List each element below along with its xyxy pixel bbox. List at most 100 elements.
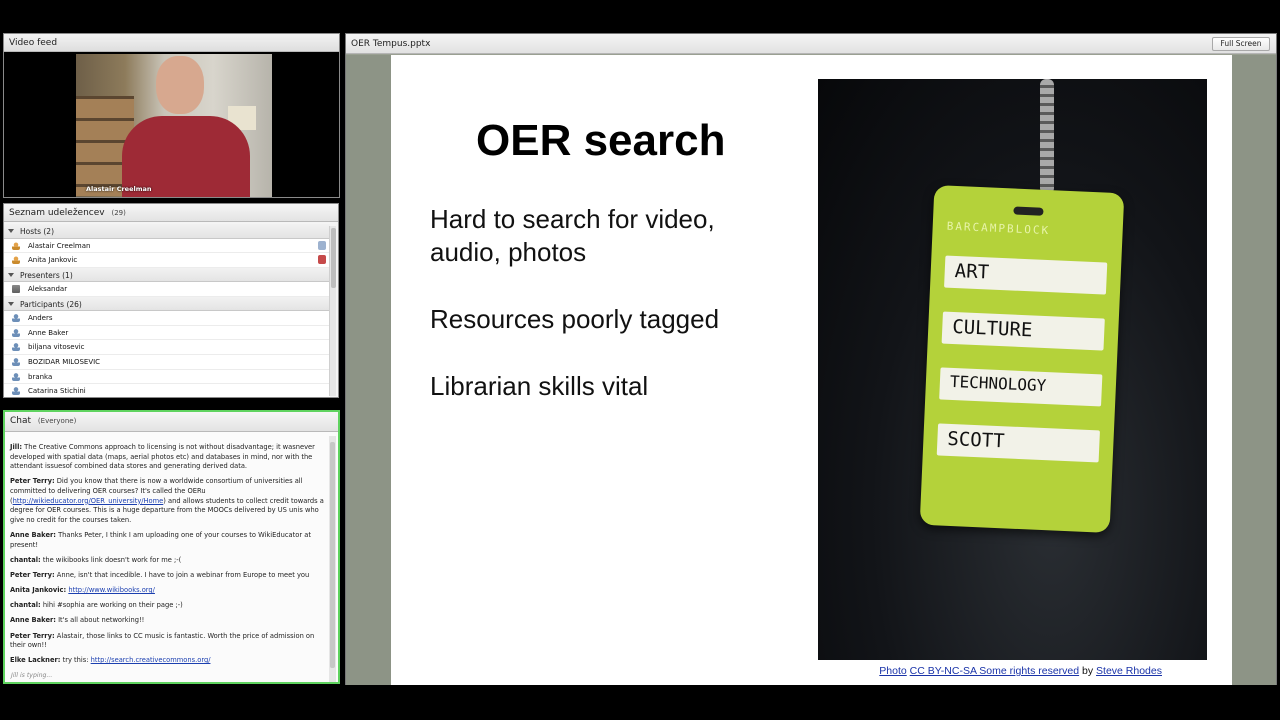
attendee-name: Anita Jankovic (28, 256, 78, 265)
chat-link[interactable]: http://search.creativecommons.org/ (91, 656, 211, 664)
full-screen-button[interactable]: Full Screen (1212, 37, 1270, 51)
app-window: Video feed Alastair Creelman Seznam udel… (0, 0, 1280, 720)
participant-icon (12, 343, 20, 352)
chat-text: Alastair, those links to CC music is fan… (10, 631, 315, 650)
chat-link[interactable]: http://wikieducator.org/OER_university/H… (13, 497, 164, 505)
chat-sender: Peter Terry: (10, 570, 55, 579)
microphone-icon[interactable] (318, 240, 326, 250)
chat-text: hihi #sophia are working on their page ;… (40, 601, 183, 610)
slide-bullet: Librarian skills vital (430, 371, 649, 401)
chat-sender: chantal: (10, 555, 41, 564)
chat-sender: Anne Baker: (10, 616, 56, 625)
chat-message: chantal: hihi #sophia are working on the… (10, 601, 325, 611)
video-pod-title[interactable]: Video feed (4, 34, 339, 52)
photo-credit: Photo CC BY-NC-SA Some rights reserved b… (879, 665, 1162, 677)
host-icon (12, 256, 20, 265)
chat-message: Anita Jankovic: http://www.wikibooks.org… (10, 586, 325, 596)
chat-link[interactable]: http://www.wikibooks.org/ (68, 586, 155, 594)
attendee-pod-title[interactable]: Seznam udeležencev (29) (4, 204, 338, 222)
attendee-row[interactable]: Anne Baker (4, 326, 330, 341)
attendee-name: Anne Baker (28, 328, 69, 337)
badge-line: SCOTT (936, 423, 1100, 463)
attendee-row[interactable]: Alastair Creelman (4, 239, 330, 254)
attendee-scrollbar[interactable] (329, 226, 336, 396)
participant-icon (12, 372, 20, 381)
speaker-head (156, 56, 204, 114)
chat-sender: Peter Terry: (10, 477, 55, 486)
chat-text: The Creative Commons approach to licensi… (10, 443, 315, 471)
microphone-muted-icon[interactable] (318, 255, 326, 265)
chat-sender: Elke Lackner: (10, 656, 61, 665)
participant-icon (12, 314, 20, 323)
attendee-row[interactable]: branka (4, 370, 330, 385)
badge-line: CULTURE (941, 311, 1105, 351)
chat-text: It's all about networking!! (55, 616, 145, 625)
chat-pod: Chat (Everyone) Jill: The Creative Commo… (3, 410, 340, 684)
credit-by: by (1079, 665, 1097, 677)
photo-link[interactable]: Photo (879, 665, 906, 677)
attendee-title-text: Seznam udeležencev (9, 208, 105, 218)
chat-sender: Peter Terry: (10, 631, 55, 640)
chat-message: Anne Baker: Thanks Peter, I think I am u… (10, 531, 325, 550)
chat-message: Jill: The Creative Commons approach to l… (10, 443, 325, 472)
badge-brand: BARCAMPBLOCK (946, 219, 1051, 238)
license-link[interactable]: CC BY-NC-SA Some rights reserved (910, 665, 1079, 677)
typing-indicator: Jill is typing... (11, 672, 53, 679)
chat-message: Anne Baker: It's all about networking!! (10, 616, 325, 626)
video-pod: Video feed Alastair Creelman (3, 33, 340, 198)
attendee-name: biljana vitosevic (28, 343, 85, 352)
chat-sender: Anita Jankovic: (10, 586, 67, 595)
group-presenters[interactable]: Presenters (1) (4, 267, 330, 283)
attendee-row[interactable]: Anita Jankovic (4, 253, 330, 268)
slide-bullet: Resources poorly tagged (430, 304, 720, 334)
share-pod-title: OER Tempus.pptx Full Screen (346, 34, 1276, 54)
group-participants[interactable]: Participants (26) (4, 296, 330, 312)
chat-text: Anne, isn't that incedible. I have to jo… (54, 570, 310, 579)
scrollbar-thumb[interactable] (330, 442, 335, 668)
attendee-row[interactable]: Catarina Stichini (4, 384, 330, 397)
chat-message: Peter Terry: Anne, isn't that incedible.… (10, 571, 325, 581)
lanyard-clip (1040, 79, 1054, 194)
chat-scope[interactable]: (Everyone) (38, 417, 76, 425)
share-pod: OER Tempus.pptx Full Screen OER search H… (345, 33, 1277, 685)
slide-bullet: Hard to search for video, (430, 204, 715, 234)
chat-message: chantal: the wikibooks link doesn't work… (10, 556, 325, 566)
badge-slot (1013, 206, 1044, 216)
chat-message: Elke Lackner: try this: http://search.cr… (10, 656, 325, 666)
chat-pod-title[interactable]: Chat (Everyone) (5, 412, 338, 432)
attendee-list: Hosts (2) Alastair Creelman Anita Jankov… (4, 224, 330, 397)
attendee-row[interactable]: biljana vitosevic (4, 340, 330, 356)
attendee-name: Aleksandar (28, 285, 68, 294)
participant-icon (12, 387, 20, 396)
slide-title: OER search (476, 116, 726, 165)
chat-sender: Jill: (10, 443, 23, 451)
badge-line: TECHNOLOGY (939, 367, 1103, 407)
name-badge: BARCAMPBLOCK ART CULTURE TECHNOLOGY SCOT… (919, 185, 1125, 533)
attendee-name: BOZIDAR MILOSEVIC (28, 358, 101, 367)
chat-scrollbar[interactable] (329, 436, 336, 682)
author-link[interactable]: Steve Rhodes (1096, 665, 1162, 677)
attendee-name: Anders (28, 314, 53, 323)
collapse-triangle-icon[interactable] (8, 272, 14, 277)
host-icon (12, 241, 20, 250)
chat-sender: chantal: (10, 601, 41, 610)
attendee-row[interactable]: Aleksandar (4, 282, 330, 297)
webcam-video[interactable]: Alastair Creelman (76, 54, 272, 197)
attendee-row[interactable]: Anders (4, 311, 330, 326)
chat-sender: Anne Baker: (10, 530, 56, 539)
participant-icon (12, 358, 20, 367)
scrollbar-thumb[interactable] (331, 228, 336, 288)
slide-bullet: audio, photos (430, 237, 587, 267)
speaker-name-label: Alastair Creelman (86, 185, 152, 193)
group-hosts[interactable]: Hosts (2) (4, 224, 330, 239)
collapse-triangle-icon[interactable] (8, 301, 14, 306)
participant-icon (12, 328, 20, 337)
collapse-triangle-icon[interactable] (8, 229, 14, 233)
chat-text: the wikibooks link doesn't work for me ;… (40, 555, 182, 564)
chat-log: Jill: The Creative Commons approach to l… (5, 434, 329, 682)
chat-text: try this: (60, 656, 91, 665)
group-label: Participants (26) (20, 299, 82, 309)
attendee-row[interactable]: BOZIDAR MILOSEVIC (4, 355, 330, 370)
badge-line: ART (944, 255, 1108, 295)
attendee-count: (29) (111, 209, 126, 217)
